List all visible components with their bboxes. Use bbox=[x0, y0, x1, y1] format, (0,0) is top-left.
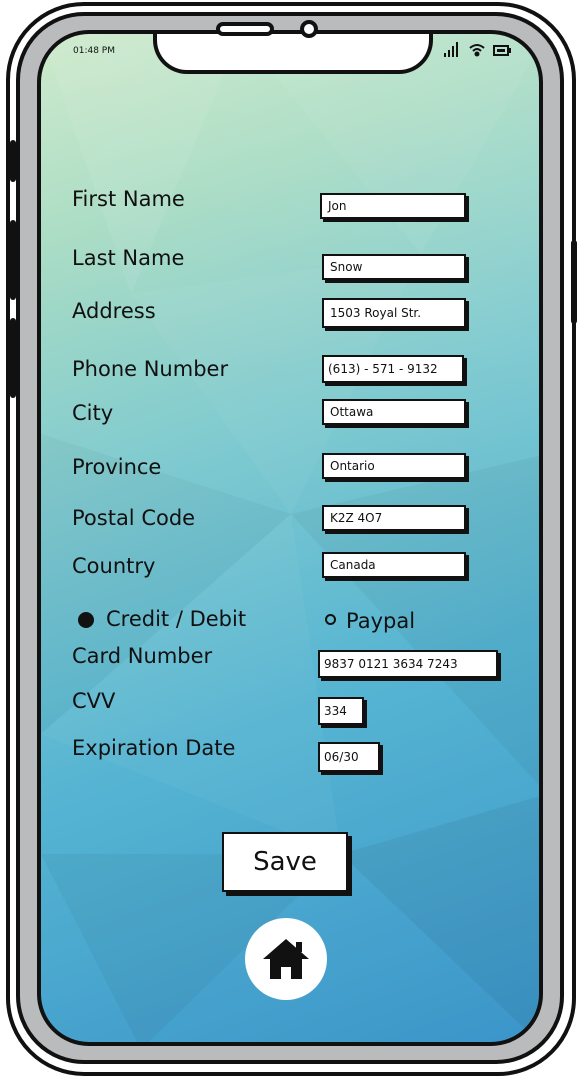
city-label: City bbox=[72, 401, 114, 425]
card-number-label: Card Number bbox=[72, 644, 213, 668]
expiration-date-label: Expiration Date bbox=[72, 736, 236, 760]
province-field[interactable]: Ontario bbox=[322, 453, 466, 479]
first-name-label: First Name bbox=[72, 187, 185, 211]
last-name-label: Last Name bbox=[72, 246, 185, 270]
wifi-icon bbox=[469, 44, 485, 57]
country-label: Country bbox=[72, 554, 156, 578]
home-icon bbox=[263, 939, 309, 979]
home-button[interactable] bbox=[245, 918, 327, 1000]
card-number-field[interactable]: 9837 0121 3634 7243 bbox=[318, 650, 498, 678]
power-button bbox=[571, 240, 577, 324]
cvv-label: CVV bbox=[72, 689, 116, 713]
postal-code-field[interactable]: K2Z 4O7 bbox=[322, 505, 466, 531]
phone-number-label: Phone Number bbox=[72, 357, 229, 381]
country-field[interactable]: Canada bbox=[322, 552, 466, 578]
city-field[interactable]: Ottawa bbox=[322, 399, 466, 425]
credit-debit-option-label[interactable]: Credit / Debit bbox=[106, 607, 246, 631]
background-polygons bbox=[41, 34, 539, 1042]
address-field[interactable]: 1503 Royal Str. bbox=[322, 298, 466, 328]
last-name-field[interactable]: Snow bbox=[322, 254, 466, 280]
cvv-field[interactable]: 334 bbox=[318, 697, 364, 725]
status-time: 01:48 PM bbox=[73, 46, 115, 56]
notch bbox=[153, 34, 433, 74]
battery-icon bbox=[493, 45, 511, 56]
first-name-field[interactable]: Jon bbox=[320, 193, 466, 219]
paypal-option-label[interactable]: Paypal bbox=[346, 609, 415, 633]
postal-code-label: Postal Code bbox=[72, 506, 196, 530]
expiration-date-field[interactable]: 06/30 bbox=[318, 742, 380, 772]
signal-icon bbox=[444, 42, 458, 57]
radio-unselected-icon[interactable] bbox=[325, 614, 336, 625]
radio-selected-icon[interactable] bbox=[78, 612, 94, 628]
save-button[interactable]: Save bbox=[222, 832, 348, 892]
address-label: Address bbox=[72, 299, 156, 323]
speaker-icon bbox=[216, 22, 274, 36]
phone-number-field[interactable]: (613) - 571 - 9132 bbox=[322, 355, 464, 383]
screen bbox=[37, 30, 543, 1046]
camera-icon bbox=[300, 20, 318, 38]
province-label: Province bbox=[72, 455, 162, 479]
status-icons bbox=[444, 42, 511, 57]
